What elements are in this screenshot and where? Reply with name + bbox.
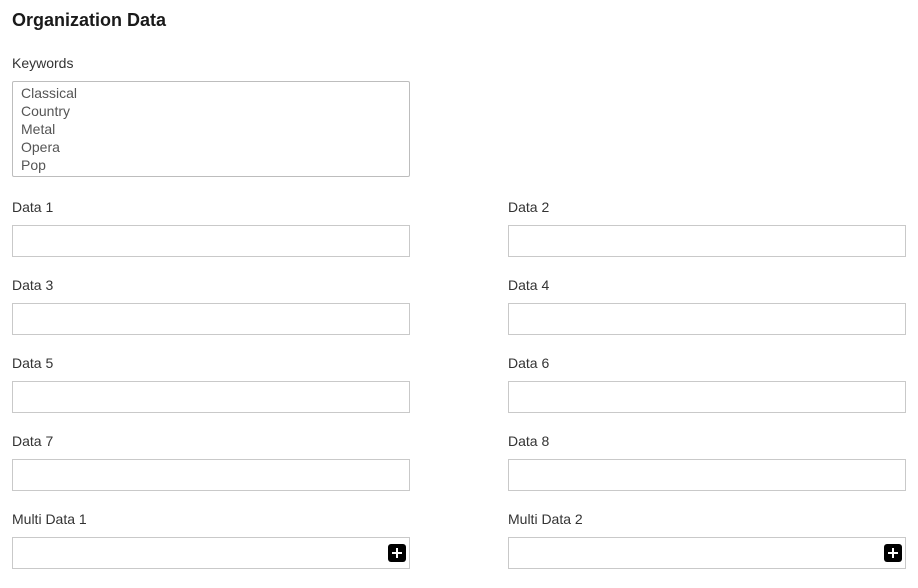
multi2-input[interactable]: [508, 537, 906, 569]
data8-label: Data 8: [508, 433, 906, 449]
page-title: Organization Data: [12, 10, 906, 31]
multi1-input[interactable]: [12, 537, 410, 569]
data1-label: Data 1: [12, 199, 410, 215]
data1-input[interactable]: [12, 225, 410, 257]
keyword-option[interactable]: Country: [15, 102, 407, 120]
keyword-option[interactable]: Classical: [15, 84, 407, 102]
keywords-select[interactable]: Classical Country Metal Opera Pop: [12, 81, 410, 177]
data7-label: Data 7: [12, 433, 410, 449]
multi1-add-button[interactable]: [388, 544, 406, 562]
multi2-add-button[interactable]: [884, 544, 902, 562]
data2-input[interactable]: [508, 225, 906, 257]
plus-icon: [391, 547, 403, 559]
multi1-label: Multi Data 1: [12, 511, 410, 527]
data4-input[interactable]: [508, 303, 906, 335]
data7-input[interactable]: [12, 459, 410, 491]
data3-input[interactable]: [12, 303, 410, 335]
keyword-option[interactable]: Pop: [15, 156, 407, 174]
plus-icon: [887, 547, 899, 559]
multi2-label: Multi Data 2: [508, 511, 906, 527]
keyword-option[interactable]: Opera: [15, 138, 407, 156]
data5-input[interactable]: [12, 381, 410, 413]
data5-label: Data 5: [12, 355, 410, 371]
data6-input[interactable]: [508, 381, 906, 413]
data3-label: Data 3: [12, 277, 410, 293]
data4-label: Data 4: [508, 277, 906, 293]
data2-label: Data 2: [508, 199, 906, 215]
keywords-label: Keywords: [12, 55, 906, 71]
data6-label: Data 6: [508, 355, 906, 371]
keyword-option[interactable]: Metal: [15, 120, 407, 138]
data8-input[interactable]: [508, 459, 906, 491]
